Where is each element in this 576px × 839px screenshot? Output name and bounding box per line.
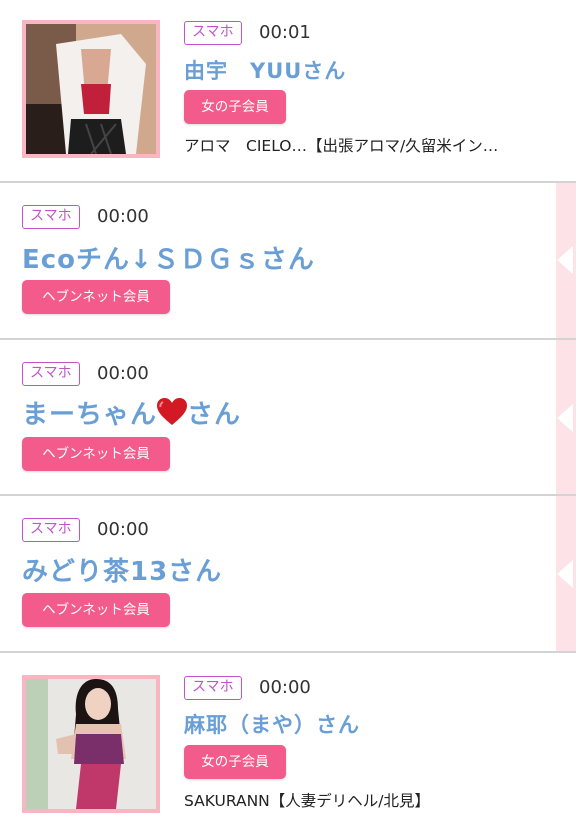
user-name[interactable]: 由宇 YUUさん [184, 55, 346, 85]
user-name[interactable]: みどり茶13さん [22, 551, 222, 588]
girl-photo-image [26, 24, 156, 154]
user-name[interactable]: まーちゃん さん [22, 394, 241, 431]
member-type-button[interactable]: 女の子会員 [184, 745, 286, 779]
user-name[interactable]: 麻耶（まや）さん [184, 709, 360, 739]
member-type-button[interactable]: ヘブンネット会員 [22, 280, 170, 314]
device-badge: スマホ [184, 21, 242, 45]
list-item[interactable]: スマホ 00:00 Ecoチん↓ＳＤＧｓさん ヘブンネット会員 [0, 183, 576, 338]
access-time: 00:00 [259, 677, 311, 698]
access-time: 00:00 [97, 206, 149, 227]
member-type-button[interactable]: ヘブンネット会員 [22, 437, 170, 471]
shop-name[interactable]: アロマ CIELO…【出張アロマ/久留米イン… [184, 134, 564, 156]
member-type-button[interactable]: ヘブンネット会員 [22, 593, 170, 627]
list-item[interactable]: スマホ 00:00 みどり茶13さん ヘブンネット会員 [0, 496, 576, 651]
device-badge: スマホ [184, 676, 242, 700]
profile-photo[interactable] [22, 20, 160, 158]
list-item[interactable]: スマホ 00:01 由宇 YUUさん 女の子会員 アロマ CIELO…【出張アロ… [0, 0, 576, 182]
device-badge: スマホ [22, 205, 80, 229]
shop-name[interactable]: SAKURANN【人妻デリヘル/北見】 [184, 789, 564, 811]
girl-photo-image [26, 679, 156, 809]
device-badge: スマホ [22, 518, 80, 542]
list-item[interactable]: スマホ 00:00 麻耶（まや）さん 女の子会員 SAKURANN【人妻デリヘル… [0, 653, 576, 839]
user-name-suffix: さん [187, 400, 242, 430]
list-item[interactable]: スマホ 00:00 まーちゃん さん ヘブンネット会員 [0, 340, 576, 495]
red-heart-icon [157, 398, 188, 425]
access-time: 00:00 [97, 519, 149, 540]
user-name-text: まーちゃん [22, 400, 158, 430]
member-type-button[interactable]: 女の子会員 [184, 90, 286, 124]
profile-photo[interactable] [22, 675, 160, 813]
access-time: 00:00 [97, 363, 149, 384]
device-badge: スマホ [22, 362, 80, 386]
user-name[interactable]: Ecoチん↓ＳＤＧｓさん [22, 239, 315, 276]
access-time: 00:01 [259, 22, 311, 43]
